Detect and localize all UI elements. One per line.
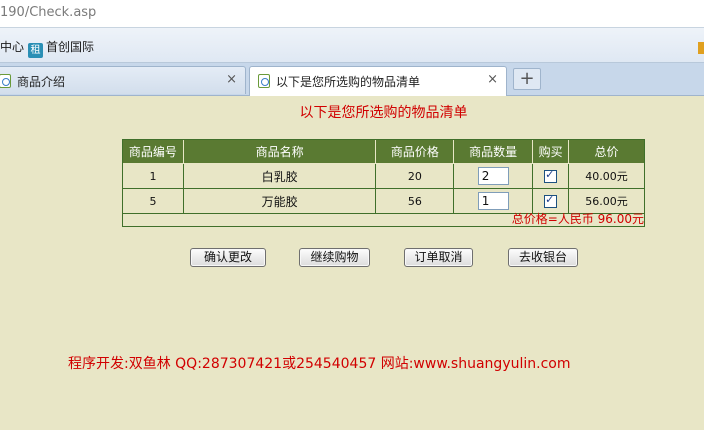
buy-cell	[532, 163, 570, 189]
grand-total: 总价格=人民币 96.00元	[511, 212, 644, 226]
product-id: 5	[122, 188, 184, 214]
product-name: 白乳胶	[182, 163, 377, 189]
toolbar-icon[interactable]	[698, 42, 704, 54]
table-row: 1 白乳胶 20 2 40.00元	[122, 163, 645, 189]
favorite-link-shouchuang[interactable]: 租首创国际	[28, 38, 94, 58]
tab-label: 以下是您所选购的物品清单	[276, 75, 421, 89]
column-header: 商品编号	[122, 139, 184, 164]
tab-shopping-list[interactable]: 以下是您所选购的物品清单 ×	[249, 66, 507, 96]
confirm-changes-button[interactable]: 确认更改	[190, 248, 266, 267]
product-price: 20	[375, 163, 455, 189]
close-icon[interactable]: ×	[226, 72, 237, 87]
page-icon	[0, 74, 11, 88]
page-title: 以下是您所选购的物品清单	[299, 105, 468, 121]
tab-product-intro[interactable]: 商品介绍 ×	[0, 66, 246, 94]
table-header-row: 商品编号 商品名称 商品价格 商品数量 购买 总价	[122, 139, 645, 164]
address-bar[interactable]: 190/Check.asp	[0, 0, 704, 28]
new-tab-button[interactable]: +	[513, 68, 541, 90]
buy-checkbox[interactable]	[544, 168, 558, 183]
product-name: 万能胶	[182, 188, 377, 214]
continue-shopping-button[interactable]: 继续购物	[299, 248, 370, 267]
column-header: 购买	[532, 139, 570, 164]
quantity-input[interactable]: 2	[477, 167, 509, 185]
product-price: 56	[375, 188, 455, 214]
rent-badge-icon: 租	[28, 43, 43, 58]
buy-checkbox[interactable]	[544, 193, 558, 208]
checkout-button[interactable]: 去收银台	[508, 248, 578, 267]
tab-label: 商品介绍	[17, 75, 66, 89]
cancel-order-button[interactable]: 订单取消	[404, 248, 473, 267]
column-header: 商品名称	[182, 139, 377, 164]
address-text[interactable]: 190/Check.asp	[0, 5, 96, 20]
shopping-cart-table: 商品编号 商品名称 商品价格 商品数量 购买 总价 1 白乳胶 20 2 40.…	[122, 139, 645, 214]
column-header: 总价	[568, 139, 645, 164]
developer-footer: 程序开发:双鱼林 QQ:287307421或254540457 网站:www.s…	[68, 356, 571, 372]
close-icon[interactable]: ×	[487, 72, 498, 87]
page-icon	[258, 74, 270, 88]
column-header: 商品数量	[453, 139, 534, 164]
favorites-bar: 中心 租首创国际	[0, 28, 704, 63]
line-total: 40.00元	[568, 163, 645, 189]
favorite-link-center[interactable]: 中心	[0, 38, 24, 55]
column-header: 商品价格	[375, 139, 455, 164]
quantity-input[interactable]: 1	[477, 192, 509, 210]
quantity-cell: 2	[453, 163, 534, 189]
product-id: 1	[122, 163, 184, 189]
favorite-label: 首创国际	[46, 40, 95, 54]
